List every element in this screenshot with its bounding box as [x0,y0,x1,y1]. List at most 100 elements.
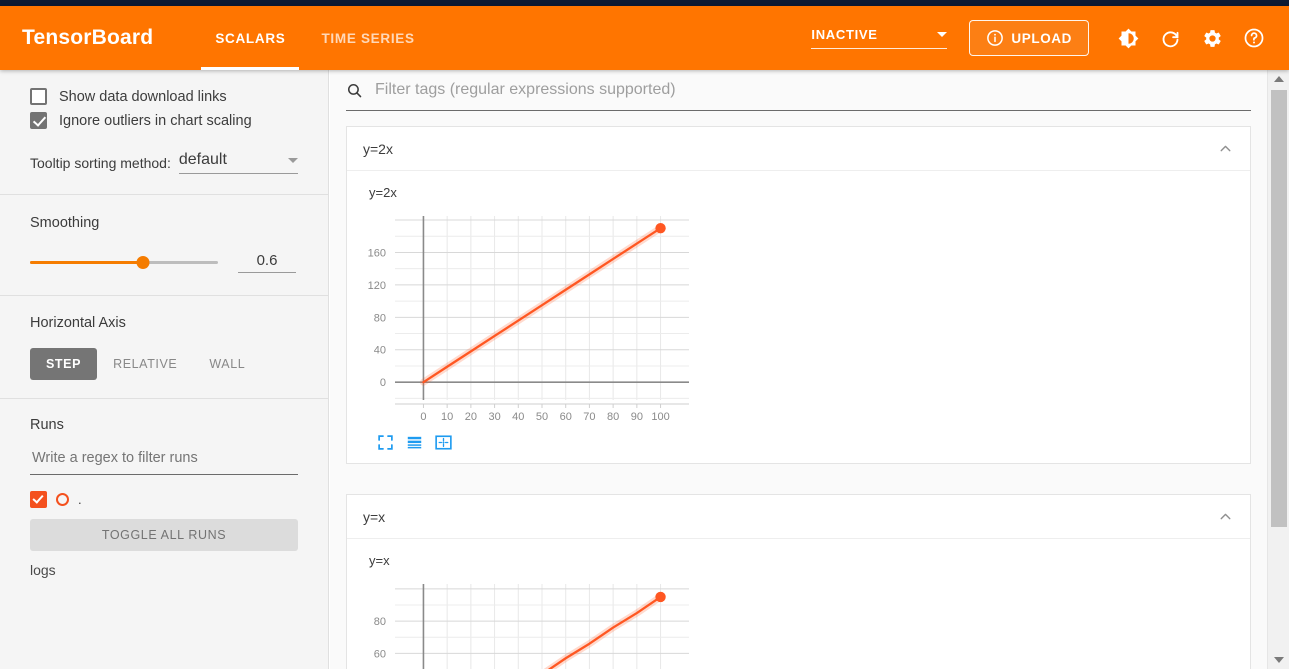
upload-button[interactable]: UPLOAD [969,20,1089,56]
svg-text:50: 50 [536,411,548,423]
horizontal-axis-group: Horizontal Axis STEP RELATIVE WALL [0,296,328,398]
show-download-links-checkbox[interactable] [30,88,47,105]
sidebar-options-group: Show data download links Ignore outliers… [0,70,328,194]
scrollbar-thumb[interactable] [1271,90,1287,527]
runs-label: Runs [30,417,64,433]
svg-text:20: 20 [465,411,477,423]
reload-icon[interactable] [1151,19,1189,57]
nav-tabs: SCALARS TIME SERIES [197,6,432,70]
slider-fill [30,261,143,264]
svg-text:160: 160 [368,247,386,259]
upload-button-label: UPLOAD [1011,30,1072,46]
runs-filter-input[interactable] [30,449,298,467]
data-table-icon[interactable] [406,434,423,451]
scalar-chart[interactable]: 0 40 80 120 160 0 10 20 30 40 50 60 70 80 90 100 [347,206,707,426]
page-scrollbar[interactable] [1267,70,1289,669]
svg-text:0: 0 [380,377,386,389]
toggle-all-runs-button[interactable]: TOGGLE ALL RUNS [30,519,298,551]
run-list-item[interactable]: . [30,491,298,508]
smoothing-value-input[interactable]: 0.6 [238,252,296,273]
tooltip-sorting-label: Tooltip sorting method: [30,155,171,171]
svg-text:30: 30 [488,411,500,423]
scalar-chart[interactable]: 020406080 [347,574,707,669]
haxis-option-wall[interactable]: WALL [193,348,261,380]
chart-toolbar [347,426,1250,463]
scroll-up-button[interactable] [1268,70,1289,88]
tooltip-sorting-value: default [178,151,227,168]
fit-domain-icon[interactable] [435,434,452,451]
ignore-outliers-checkbox[interactable] [30,112,47,129]
run-checkbox[interactable] [30,491,47,508]
settings-icon[interactable] [1193,19,1231,57]
ignore-outliers-label: Ignore outliers in chart scaling [59,112,252,129]
chart-card-title: y=x [363,508,386,525]
tab-scalars[interactable]: SCALARS [197,6,303,70]
chart-card-list: y=2x y=2x 0 40 80 120 160 0 10 20 30 40 50 60 70 80 90… [330,111,1267,669]
settings-sidebar: Show data download links Ignore outliers… [0,70,329,669]
svg-text:80: 80 [374,616,386,628]
app-brand: TensorBoard [22,26,154,49]
horizontal-axis-buttons: STEP RELATIVE WALL [30,348,298,380]
svg-text:80: 80 [607,411,619,423]
header-actions: INACTIVE UPLOAD [811,19,1289,57]
show-download-links-label: Show data download links [59,88,227,105]
main-content: y=2x y=2x 0 40 80 120 160 0 10 20 30 40 50 60 70 80 90… [330,70,1267,669]
run-color-swatch [56,493,69,506]
chart-card-body: y=2x 0 40 80 120 160 0 10 20 30 40 50 60 70 80 90 100 [347,171,1250,463]
app-header: TensorBoard SCALARS TIME SERIES INACTIVE… [0,6,1289,70]
runs-filter-field[interactable] [30,449,298,475]
chevron-up-icon[interactable] [1217,508,1234,525]
smoothing-slider[interactable] [30,255,218,271]
help-icon[interactable] [1235,19,1273,57]
svg-text:10: 10 [441,411,453,423]
chart-card-header[interactable]: y=x [347,495,1250,539]
svg-text:120: 120 [368,280,386,292]
run-name-label: . [78,492,82,507]
chevron-down-icon [288,157,298,163]
tooltip-sorting-select[interactable]: default [178,151,298,174]
slider-knob[interactable] [136,256,150,269]
brightness-icon[interactable] [1109,19,1147,57]
haxis-option-relative[interactable]: RELATIVE [97,348,193,380]
smoothing-control-row: 0.6 [30,252,298,273]
svg-text:60: 60 [560,411,572,423]
chart-card-body: y=x 020406080 [347,539,1250,669]
svg-text:80: 80 [374,312,386,324]
chevron-down-icon [937,32,948,37]
logs-label: logs [30,562,56,578]
svg-text:40: 40 [374,345,386,357]
smoothing-group: Smoothing 0.6 [0,195,328,295]
ignore-outliers-row[interactable]: Ignore outliers in chart scaling [30,112,298,129]
run-state-selector[interactable]: INACTIVE [811,27,948,49]
run-state-value: INACTIVE [811,27,878,42]
svg-text:0: 0 [420,411,426,423]
triangle-up-icon [1274,76,1284,82]
tooltip-sorting-row: Tooltip sorting method: default [30,151,298,174]
search-icon [346,82,363,99]
chart-inner-title: y=2x [369,185,397,200]
tag-filter-input[interactable] [373,80,1251,100]
info-icon [986,29,1004,47]
svg-text:100: 100 [651,411,669,423]
chart-inner-title: y=x [369,553,390,568]
svg-text:70: 70 [583,411,595,423]
svg-text:40: 40 [512,411,524,423]
svg-text:60: 60 [374,648,386,660]
chart-card: y=x y=x 020406080 [346,494,1251,669]
chart-card: y=2x y=2x 0 40 80 120 160 0 10 20 30 40 50 60 70 80 90… [346,126,1251,464]
chart-card-header[interactable]: y=2x [347,127,1250,171]
scroll-down-button[interactable] [1268,651,1289,669]
svg-text:90: 90 [631,411,643,423]
tensorboard-app: TensorBoard SCALARS TIME SERIES INACTIVE… [0,0,1289,669]
fullscreen-icon[interactable] [377,434,394,451]
smoothing-label: Smoothing [30,215,100,231]
haxis-option-step[interactable]: STEP [30,348,98,380]
runs-group: Runs . TOGGLE ALL RUNS logs [0,399,328,578]
triangle-down-icon [1274,657,1284,663]
tag-filter-bar[interactable] [346,70,1251,111]
show-download-links-row[interactable]: Show data download links [30,88,298,105]
chart-card-title: y=2x [363,140,393,157]
tab-time-series[interactable]: TIME SERIES [303,6,432,70]
horizontal-axis-label: Horizontal Axis [30,315,126,331]
chevron-up-icon[interactable] [1217,140,1234,157]
